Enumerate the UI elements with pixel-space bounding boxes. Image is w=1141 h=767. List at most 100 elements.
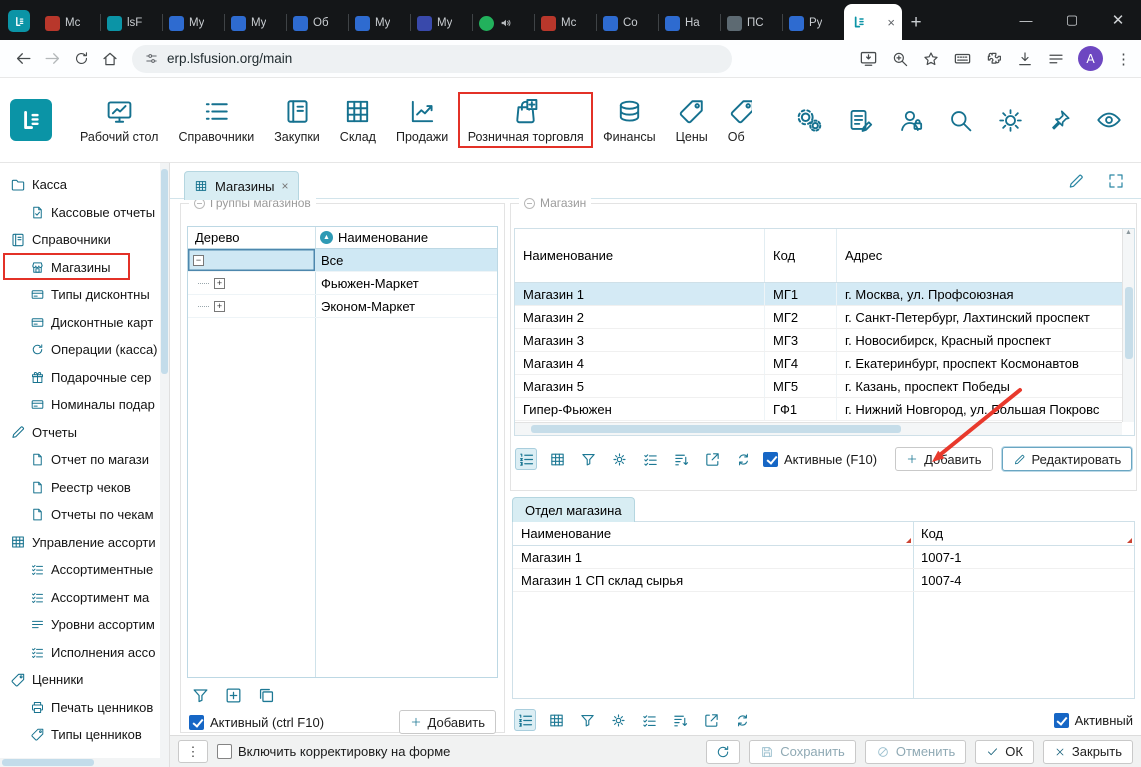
theme-sun-icon[interactable] [997, 107, 1024, 134]
url-text[interactable]: erp.lsfusion.org/main [167, 51, 292, 66]
ok-button[interactable]: ОК [975, 740, 1034, 764]
column-header-code[interactable]: Код [765, 229, 837, 282]
filter-icon[interactable] [577, 448, 599, 470]
sidebar-item-reestr-chekov[interactable]: Реестр чеков [0, 474, 169, 502]
nav-item-directories[interactable]: Справочники [168, 92, 264, 149]
sidebar-item-otchet-po-magazinam[interactable]: Отчет по магази [0, 446, 169, 474]
department-row[interactable]: Магазин 11007-1 [513, 546, 1134, 569]
shop-row[interactable]: Магазин 3МГ3г. Новосибирск, Красный прос… [515, 329, 1134, 352]
browser-tab[interactable]: My [348, 6, 410, 40]
checklist-icon[interactable] [639, 448, 661, 470]
tree-row-fusion-market[interactable]: + Фьюжен-Маркет [188, 272, 497, 295]
grid-view-icon[interactable] [545, 709, 567, 731]
column-header-tree[interactable]: Дерево [188, 230, 315, 245]
reload-icon[interactable] [68, 46, 94, 72]
column-header-name[interactable]: ▲Наименование [315, 230, 497, 245]
sidebar-item-assortimentnye[interactable]: Ассортиментные [0, 556, 169, 584]
zoom-icon[interactable] [891, 50, 909, 68]
sidebar-item-urovni-assortimenta[interactable]: Уровни ассортим [0, 611, 169, 639]
checkbox-checked-icon[interactable] [763, 452, 778, 467]
group-sort-icon[interactable] [670, 448, 692, 470]
close-button[interactable]: Закрыть [1043, 740, 1133, 764]
shop-row[interactable]: Гипер-ФьюженГФ1г. Нижний Новгород, ул. Б… [515, 398, 1134, 421]
site-settings-icon[interactable] [144, 51, 159, 66]
sidebar-item-upravlenie-assortimentom[interactable]: Управление ассорти [0, 529, 169, 557]
shop-row[interactable]: Магазин 5МГ5г. Казань, проспект Победы [515, 375, 1134, 398]
tree-row-all[interactable]: − Все [188, 249, 497, 272]
sidebar-item-magaziny[interactable]: Магазины [0, 254, 169, 282]
browser-tab[interactable]: Ha [658, 6, 720, 40]
shops-add-button[interactable]: Добавить [895, 447, 992, 471]
nav-item-sales[interactable]: Продажи [386, 92, 458, 149]
lsfusion-logo[interactable] [10, 99, 52, 141]
column-header-address[interactable]: Адрес [837, 229, 1134, 282]
tree-row-econom-market[interactable]: + Эконом-Маркет [188, 295, 497, 318]
sidebar-vertical-scrollbar[interactable] [160, 163, 169, 767]
row-numbers-icon[interactable] [515, 448, 537, 470]
browser-tab[interactable]: Co [596, 6, 658, 40]
shops-edit-button[interactable]: Редактировать [1002, 447, 1133, 471]
shops-active-checkbox[interactable]: Активные (F10) [763, 452, 877, 467]
tree-expand-icon[interactable]: + [214, 278, 225, 289]
eye-icon[interactable] [1095, 106, 1123, 134]
new-tab-button[interactable]: + [902, 6, 930, 40]
address-bar[interactable]: erp.lsfusion.org/main [132, 45, 732, 73]
groups-active-checkbox[interactable]: Активный (ctrl F10) [189, 715, 324, 730]
browser-tab[interactable]: My [410, 6, 472, 40]
settings-gears-icon[interactable] [794, 105, 824, 135]
sidebar-item-tipy-diskontnyh[interactable]: Типы дисконтны [0, 281, 169, 309]
sidebar-item-otchety-po-chekam[interactable]: Отчеты по чекам [0, 501, 169, 529]
sidebar-item-assortiment-magazinov[interactable]: Ассортимент ма [0, 584, 169, 612]
more-options-button[interactable]: ⋮ [178, 740, 208, 763]
browser-tab-active[interactable]: × [844, 4, 902, 40]
tab-search-button[interactable] [8, 10, 30, 32]
add-box-icon[interactable] [224, 686, 243, 705]
department-tab[interactable]: Отдел магазина [512, 497, 635, 522]
window-close-button[interactable]: ✕ [1095, 0, 1141, 40]
shop-row[interactable]: Магазин 2МГ2г. Санкт-Петербург, Лахтинск… [515, 306, 1134, 329]
search-icon[interactable] [947, 107, 974, 134]
profile-avatar[interactable]: A [1078, 46, 1103, 71]
refresh-icon[interactable] [731, 709, 753, 731]
row-numbers-icon[interactable] [514, 709, 536, 731]
copy-icon[interactable] [257, 686, 276, 705]
browser-tab[interactable] [472, 6, 534, 40]
user-lock-icon[interactable] [897, 107, 924, 134]
tree-collapse-icon[interactable]: − [193, 255, 204, 266]
sidebar-item-kassovye-otchety[interactable]: Кассовые отчеты [0, 199, 169, 227]
scrollbar-thumb[interactable] [161, 169, 168, 374]
shops-vertical-scrollbar[interactable]: ▲ [1122, 229, 1134, 422]
sidebar-item-otchety[interactable]: Отчеты [0, 419, 169, 447]
save-button[interactable]: Сохранить [749, 740, 856, 764]
tab-close-icon[interactable]: × [887, 15, 895, 30]
side-panel-icon[interactable] [1047, 50, 1065, 68]
sidebar-item-tipy-cennikov[interactable]: Типы ценников [0, 721, 169, 749]
scrollbar-thumb[interactable] [2, 759, 94, 766]
nav-item-desktop[interactable]: Рабочий стол [70, 92, 168, 149]
collapse-icon[interactable] [524, 198, 535, 209]
window-minimize-button[interactable]: — [1003, 0, 1049, 40]
nav-item-retail[interactable]: Розничная торговля [458, 92, 593, 148]
pin-icon[interactable] [1047, 108, 1072, 133]
settings-gear-icon[interactable] [607, 709, 629, 731]
back-icon[interactable] [10, 46, 36, 72]
nav-item-purchases[interactable]: Закупки [264, 92, 330, 149]
export-icon[interactable] [700, 709, 722, 731]
filter-icon[interactable] [191, 686, 210, 705]
department-row[interactable]: Магазин 1 СП склад сырья1007-4 [513, 569, 1134, 592]
settings-gear-icon[interactable] [608, 448, 630, 470]
browser-tab[interactable]: Mc [534, 6, 596, 40]
browser-tab[interactable]: lsF [100, 6, 162, 40]
browser-tab[interactable]: My [224, 6, 286, 40]
browser-menu-icon[interactable]: ⋮ [1116, 50, 1131, 68]
shop-row[interactable]: Магазин 4МГ4г. Екатеринбург, проспект Ко… [515, 352, 1134, 375]
scrollbar-thumb[interactable] [531, 425, 901, 433]
checklist-icon[interactable] [638, 709, 660, 731]
downloads-icon[interactable] [1016, 50, 1034, 68]
sidebar-item-kassa[interactable]: Касса [0, 171, 169, 199]
home-icon[interactable] [97, 46, 123, 72]
shop-row[interactable]: Магазин 1МГ1г. Москва, ул. Профсоюзная [515, 283, 1134, 306]
nav-item-finance[interactable]: Финансы [593, 92, 665, 149]
bookmark-star-icon[interactable] [922, 50, 940, 68]
department-active-checkbox[interactable]: Активный [1054, 713, 1133, 728]
